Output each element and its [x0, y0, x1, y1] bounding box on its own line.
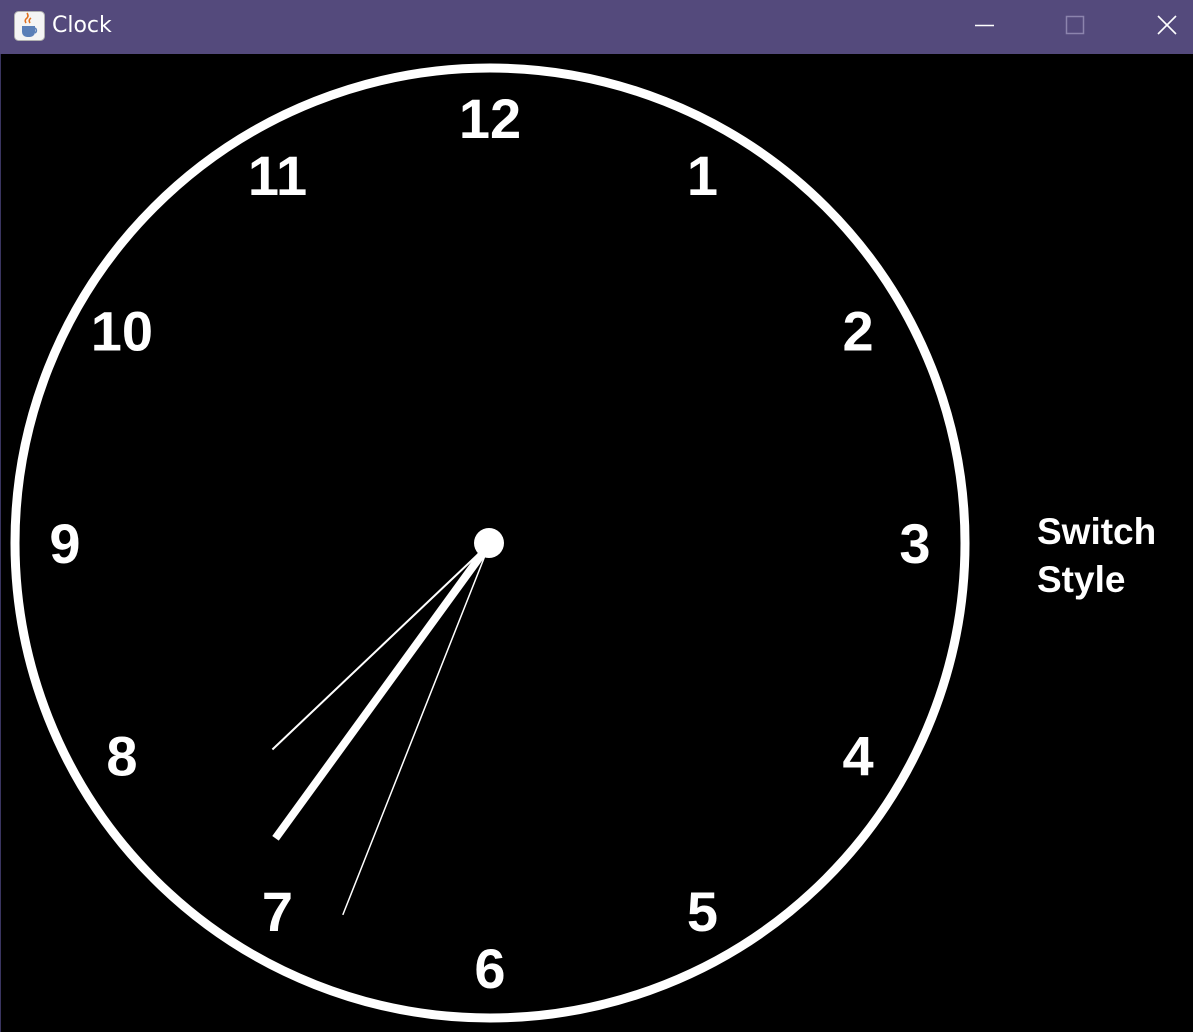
maximize-icon [1065, 15, 1085, 35]
minimize-icon [975, 24, 994, 27]
numeral-4: 4 [843, 725, 874, 788]
minimize-button[interactable] [938, 0, 1030, 54]
clock-panel: 12 1 2 3 4 5 6 7 8 9 10 11 Switch Style [0, 54, 1193, 1032]
numeral-9: 9 [49, 512, 80, 575]
switch-style-label-line1: Switch [1037, 511, 1157, 552]
numeral-6: 6 [474, 937, 505, 1000]
close-icon [1157, 15, 1177, 35]
numeral-5: 5 [687, 880, 718, 943]
numeral-2: 2 [843, 300, 874, 363]
switch-style-label-line2: Style [1037, 559, 1126, 600]
title-bar[interactable]: Clock [0, 0, 1193, 54]
numeral-7: 7 [262, 880, 293, 943]
second-hand [272, 540, 494, 841]
window-title: Clock [52, 13, 112, 38]
switch-style-button[interactable]: Switch Style [1037, 508, 1187, 604]
numeral-11: 11 [248, 144, 307, 207]
clock-face: 121234567891011 [10, 63, 970, 1023]
minute-hand [342, 542, 491, 916]
numeral-1: 1 [687, 144, 718, 207]
clock-hands [271, 540, 494, 916]
numeral-8: 8 [106, 725, 137, 788]
center-pin [474, 528, 504, 558]
hour-hand [271, 542, 491, 751]
clock-window: Clock 121234567891011 Switch [0, 0, 1193, 1032]
maximize-button[interactable] [1029, 0, 1121, 54]
numeral-10: 10 [91, 300, 153, 363]
numeral-3: 3 [899, 512, 930, 575]
java-coffee-cup-icon [14, 11, 45, 41]
numeral-12: 12 [459, 87, 521, 150]
close-button[interactable] [1120, 0, 1193, 54]
